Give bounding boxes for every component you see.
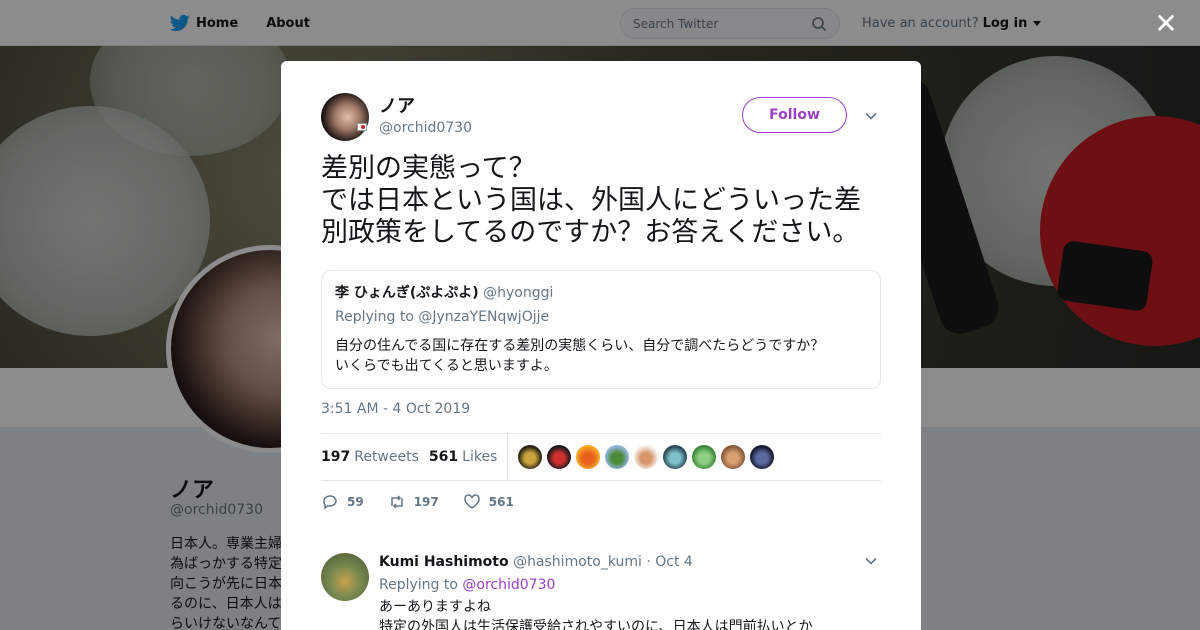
author-avatar[interactable] <box>321 93 369 141</box>
japan-flag-icon <box>357 123 367 131</box>
tweet-text-line: では日本という国は、外国人にどういった差 <box>321 185 861 216</box>
chevron-down-icon[interactable] <box>865 110 877 122</box>
liker-avatar[interactable] <box>634 445 659 469</box>
author-name[interactable]: ノア <box>379 96 472 118</box>
likes-count: 561 <box>428 449 459 465</box>
liker-avatar[interactable] <box>721 445 746 469</box>
chevron-down-icon[interactable] <box>865 555 877 567</box>
liker-avatar[interactable] <box>518 445 543 469</box>
reply-icon <box>323 495 337 510</box>
quote-body-line: いくらでも出てくると思いますよ。 <box>335 358 558 374</box>
likes-stat[interactable]: 561 Likes <box>429 449 497 465</box>
heart-icon <box>464 494 480 509</box>
like-count: 561 <box>488 495 514 509</box>
close-icon[interactable]: ✕ <box>1154 10 1178 38</box>
retweets-stat[interactable]: 197 Retweets <box>321 449 419 465</box>
liker-avatar[interactable] <box>663 445 688 469</box>
retweet-count: 197 <box>413 495 439 509</box>
reply-body-line: 特定の外国人は生活保護受給されやすいのに、日本人は門前払いとか <box>379 619 813 630</box>
liker-avatar[interactable] <box>605 445 630 469</box>
reply-author-name[interactable]: Kumi Hashimoto <box>379 554 509 570</box>
reply-replying-to: Replying to @orchid0730 <box>379 577 879 593</box>
retweet-icon <box>390 495 403 509</box>
liker-avatar[interactable] <box>576 445 601 469</box>
tweet-text-line: 別政策をしてるのですか？お答えください。 <box>321 217 860 248</box>
quote-author-handle: @hyonggi <box>483 285 554 301</box>
liker-avatar[interactable] <box>750 445 775 469</box>
tweet-text: 差別の実態って？ では日本という国は、外国人にどういった差 別政策をしてるのです… <box>321 153 891 249</box>
reply-body: あーありますよね 特定の外国人は生活保護受給されやすいのに、日本人は門前払いとか <box>379 597 879 630</box>
tweet-author[interactable]: ノア @orchid0730 <box>321 93 472 141</box>
retweet-button[interactable]: 197 <box>388 493 439 511</box>
tweet-actions: 59 197 561 <box>321 493 538 511</box>
reply-header: Kumi Hashimoto @hashimoto_kumi · Oct 4 <box>379 553 879 571</box>
reply-button[interactable]: 59 <box>321 493 364 511</box>
quote-body-line: 自分の住んでる国に存在する差別の実態くらい、自分で調べたらどうですか？ <box>335 338 825 354</box>
replying-prefix: Replying to <box>379 577 458 593</box>
tweet-stats: 197 Retweets 561 Likes <box>321 433 881 481</box>
tweet-text-line: 差別の実態って？ <box>321 153 536 184</box>
tweet-timestamp[interactable]: 3:51 AM - 4 Oct 2019 <box>321 401 470 417</box>
liker-avatars <box>518 445 775 469</box>
like-button[interactable]: 561 <box>463 493 514 511</box>
liker-avatar[interactable] <box>547 445 572 469</box>
reply-avatar[interactable] <box>321 553 369 601</box>
retweets-label: Retweets <box>354 449 419 465</box>
quoted-tweet[interactable]: 李 ひょんぎ(ぷよぷよ) @hyonggi Replying to @Jynza… <box>321 270 881 389</box>
liker-avatar[interactable] <box>692 445 717 469</box>
follow-button[interactable]: Follow <box>742 97 847 133</box>
retweets-count: 197 <box>321 449 351 465</box>
replying-handle-link[interactable]: @orchid0730 <box>462 577 555 593</box>
author-handle[interactable]: @orchid0730 <box>379 118 472 138</box>
stats-divider <box>507 434 509 480</box>
reply-author-handle[interactable]: @hashimoto_kumi <box>513 554 642 570</box>
likes-label: Likes <box>462 449 498 465</box>
reply-date[interactable]: · Oct 4 <box>646 554 692 570</box>
quote-header: 李 ひょんぎ(ぷよぷよ) @hyonggi <box>335 283 867 303</box>
reply-body-line: あーありますよね <box>379 599 491 615</box>
quote-replying-to: Replying to @JynzaYENqwjOjje <box>335 309 550 325</box>
tweet-modal: ノア @orchid0730 Follow 差別の実態って？ では日本という国は… <box>281 61 921 630</box>
quote-body: 自分の住んでる国に存在する差別の実態くらい、自分で調べたらどうですか？ いくらで… <box>335 336 867 376</box>
reply-count: 59 <box>347 495 364 509</box>
quote-author-name: 李 ひょんぎ(ぷよぷよ) <box>335 285 479 301</box>
